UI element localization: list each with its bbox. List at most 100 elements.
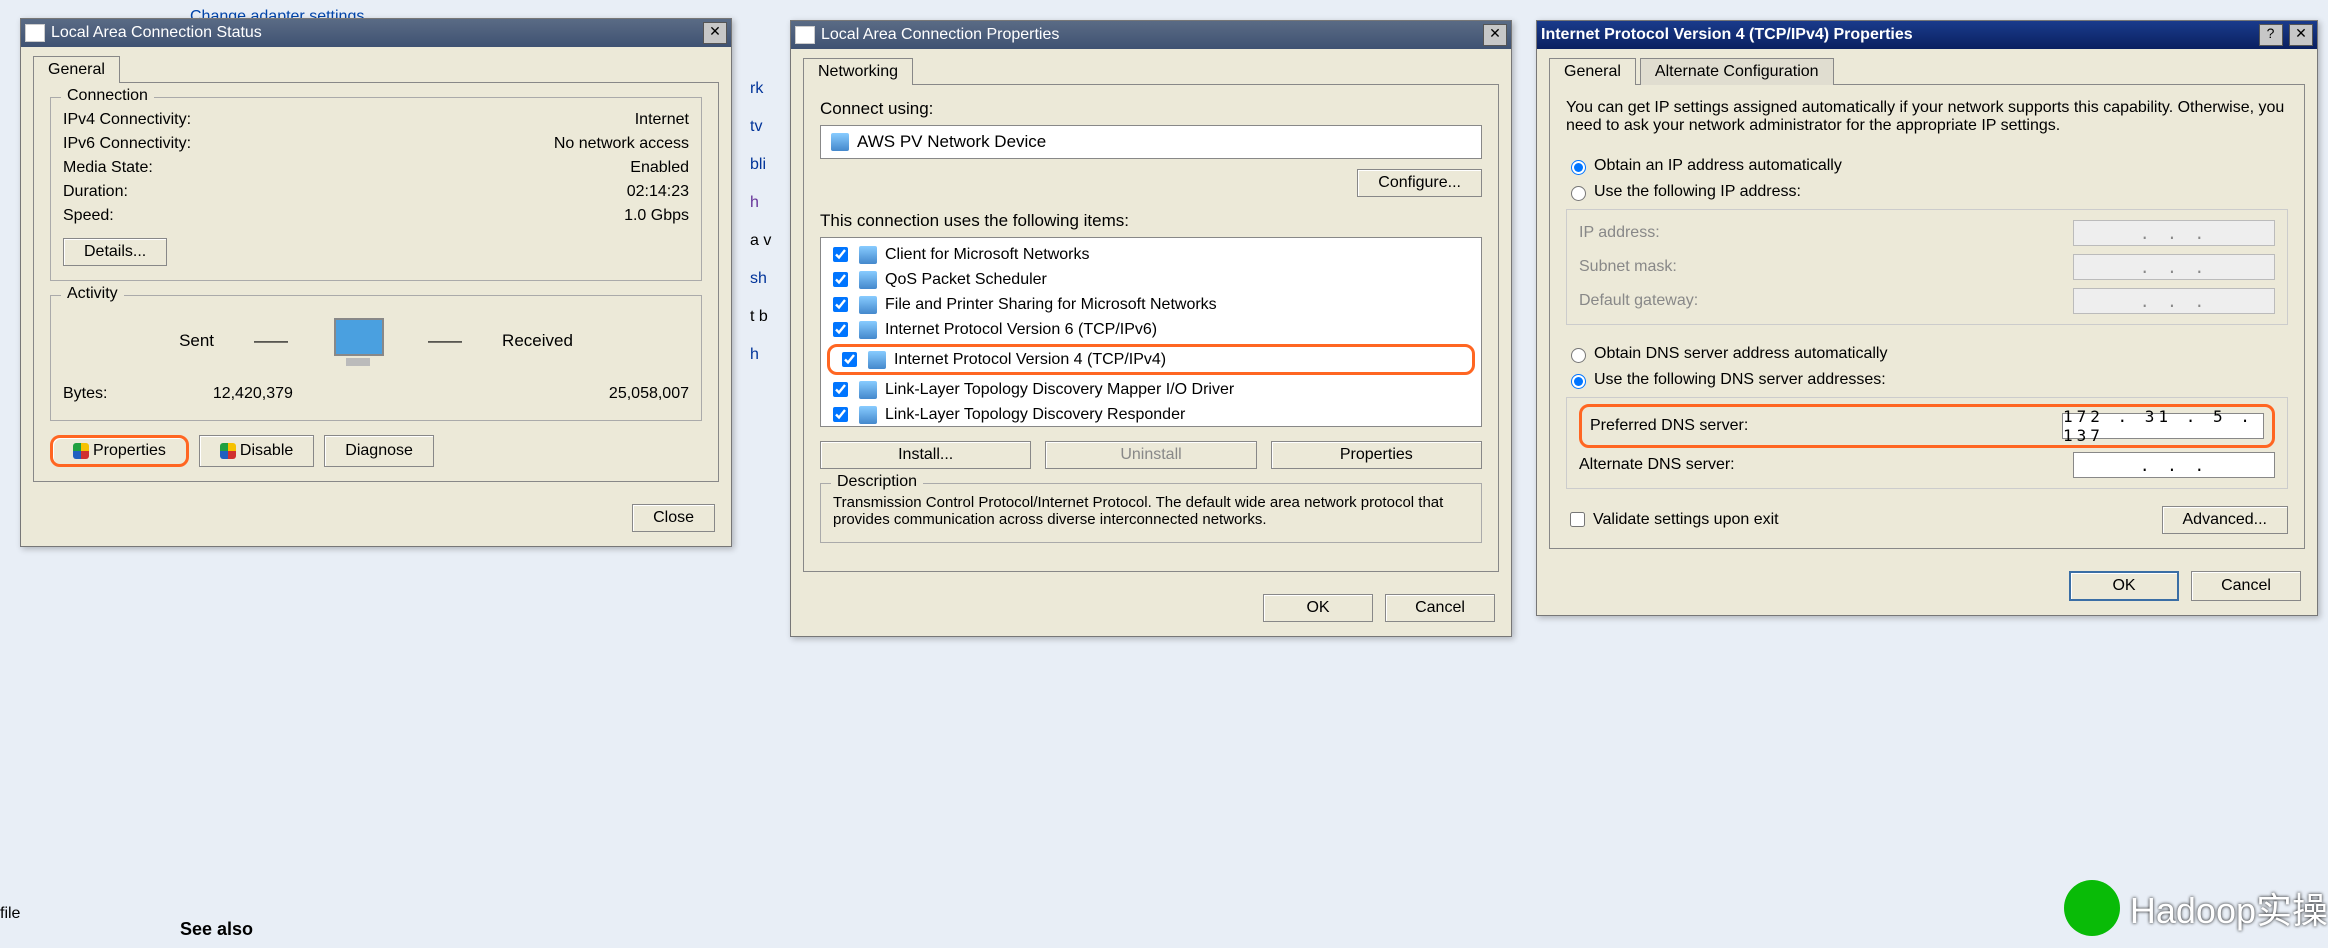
- status-dialog: Local Area Connection Status ✕ General C…: [20, 18, 732, 547]
- pref-dns-input[interactable]: 172 . 31 . 5 . 137: [2062, 413, 2264, 439]
- status-tabs: General: [21, 47, 731, 82]
- media-label: Media State:: [63, 159, 153, 177]
- close-icon[interactable]: ✕: [2289, 24, 2313, 46]
- device-name: AWS PV Network Device: [857, 132, 1046, 152]
- wechat-icon: [2064, 880, 2120, 936]
- list-item: QoS Packet Scheduler: [821, 267, 1481, 292]
- cancel-button[interactable]: Cancel: [2191, 571, 2301, 601]
- subnet-input: . . .: [2073, 254, 2275, 280]
- bg-fragments: rktvbli ha v sht bh: [750, 70, 771, 374]
- speed-label: Speed:: [63, 207, 114, 225]
- see-also-text: See also: [180, 919, 253, 940]
- obtain-dns-radio[interactable]: [1571, 348, 1586, 363]
- obtain-dns-label: Obtain DNS server address automatically: [1594, 345, 1887, 363]
- use-ip-radio[interactable]: [1571, 186, 1586, 201]
- gateway-label: Default gateway:: [1579, 292, 2073, 310]
- ipv4-dialog: Internet Protocol Version 4 (TCP/IPv4) P…: [1536, 20, 2318, 616]
- status-panel: Connection IPv4 Connectivity:Internet IP…: [33, 82, 719, 482]
- use-ip-label: Use the following IP address:: [1594, 183, 1801, 201]
- component-icon: [859, 406, 877, 424]
- close-icon[interactable]: ✕: [1483, 24, 1507, 46]
- disable-button[interactable]: Disable: [199, 435, 314, 467]
- window-icon: [795, 26, 815, 44]
- component-icon: [859, 271, 877, 289]
- component-icon: [859, 246, 877, 264]
- window-icon: [25, 24, 45, 42]
- tab-general[interactable]: General: [33, 56, 120, 83]
- duration-label: Duration:: [63, 183, 128, 201]
- use-dns-radio[interactable]: [1571, 374, 1586, 389]
- ok-button[interactable]: OK: [1263, 594, 1373, 622]
- bytes-label: Bytes:: [63, 385, 107, 403]
- configure-button[interactable]: Configure...: [1357, 169, 1482, 197]
- description-group: Description Transmission Control Protoco…: [820, 483, 1482, 543]
- bytes-received: 25,058,007: [398, 385, 689, 403]
- list-item: Link-Layer Topology Discovery Mapper I/O…: [821, 377, 1481, 402]
- component-checkbox[interactable]: [833, 322, 848, 337]
- ok-button[interactable]: OK: [2069, 571, 2179, 601]
- file-text: file: [0, 905, 20, 923]
- properties-button[interactable]: Properties: [50, 435, 189, 467]
- alt-dns-input[interactable]: . . .: [2073, 452, 2275, 478]
- shield-icon: [220, 443, 236, 459]
- ipv4-value: Internet: [635, 111, 689, 129]
- diagnose-button[interactable]: Diagnose: [324, 435, 434, 467]
- properties-dialog: Local Area Connection Properties ✕ Netwo…: [790, 20, 1512, 637]
- connect-using-label: Connect using:: [820, 99, 1482, 119]
- component-checkbox[interactable]: [842, 352, 857, 367]
- close-icon[interactable]: ✕: [703, 22, 727, 44]
- list-item-ipv4: Internet Protocol Version 4 (TCP/IPv4): [827, 344, 1475, 375]
- watermark: Hadoop实操: [2064, 880, 2328, 936]
- ipv6-label: IPv6 Connectivity:: [63, 135, 191, 153]
- cancel-button[interactable]: Cancel: [1385, 594, 1495, 622]
- details-button[interactable]: Details...: [63, 238, 167, 266]
- speed-value: 1.0 Gbps: [624, 207, 689, 225]
- component-icon: [859, 296, 877, 314]
- status-titlebar[interactable]: Local Area Connection Status ✕: [21, 19, 731, 47]
- sent-label: Sent: [179, 331, 214, 351]
- component-checkbox[interactable]: [833, 382, 848, 397]
- tab-alternate[interactable]: Alternate Configuration: [1640, 58, 1834, 85]
- obtain-ip-radio[interactable]: [1571, 160, 1586, 175]
- close-button[interactable]: Close: [632, 504, 715, 532]
- alt-dns-label: Alternate DNS server:: [1579, 456, 2073, 474]
- validate-checkbox[interactable]: [1570, 512, 1585, 527]
- activity-group: Activity Sent —— —— Received Bytes: 12,4…: [50, 295, 702, 421]
- nic-icon: [831, 133, 849, 151]
- list-item: Client for Microsoft Networks: [821, 242, 1481, 267]
- status-title: Local Area Connection Status: [51, 24, 262, 42]
- components-list[interactable]: Client for Microsoft Networks QoS Packet…: [820, 237, 1482, 427]
- obtain-ip-label: Obtain an IP address automatically: [1594, 157, 1842, 175]
- component-properties-button[interactable]: Properties: [1271, 441, 1482, 469]
- ipv4-titlebar[interactable]: Internet Protocol Version 4 (TCP/IPv4) P…: [1537, 21, 2317, 49]
- media-value: Enabled: [630, 159, 689, 177]
- ipv6-value: No network access: [554, 135, 689, 153]
- install-button[interactable]: Install...: [820, 441, 1031, 469]
- component-checkbox[interactable]: [833, 407, 848, 422]
- description-text: Transmission Control Protocol/Internet P…: [833, 494, 1469, 528]
- bytes-sent: 12,420,379: [107, 385, 398, 403]
- uses-label: This connection uses the following items…: [820, 211, 1482, 231]
- description-title: Description: [831, 473, 923, 491]
- component-icon: [859, 381, 877, 399]
- activity-group-title: Activity: [61, 285, 124, 303]
- subnet-label: Subnet mask:: [1579, 258, 2073, 276]
- component-icon: [859, 321, 877, 339]
- device-box[interactable]: AWS PV Network Device: [820, 125, 1482, 159]
- connection-group: Connection IPv4 Connectivity:Internet IP…: [50, 97, 702, 281]
- component-icon: [868, 351, 886, 369]
- component-checkbox[interactable]: [833, 272, 848, 287]
- list-item: File and Printer Sharing for Microsoft N…: [821, 292, 1481, 317]
- ip-label: IP address:: [1579, 224, 2073, 242]
- list-item: Internet Protocol Version 6 (TCP/IPv6): [821, 317, 1481, 342]
- component-checkbox[interactable]: [833, 247, 848, 262]
- component-checkbox[interactable]: [833, 297, 848, 312]
- use-dns-label: Use the following DNS server addresses:: [1594, 371, 1886, 389]
- help-icon[interactable]: ?: [2259, 24, 2283, 46]
- received-label: Received: [502, 331, 573, 351]
- props-titlebar[interactable]: Local Area Connection Properties ✕: [791, 21, 1511, 49]
- advanced-button[interactable]: Advanced...: [2162, 506, 2289, 534]
- ipv4-intro: You can get IP settings assigned automat…: [1566, 99, 2288, 135]
- tab-general[interactable]: General: [1549, 58, 1636, 85]
- tab-networking[interactable]: Networking: [803, 58, 913, 85]
